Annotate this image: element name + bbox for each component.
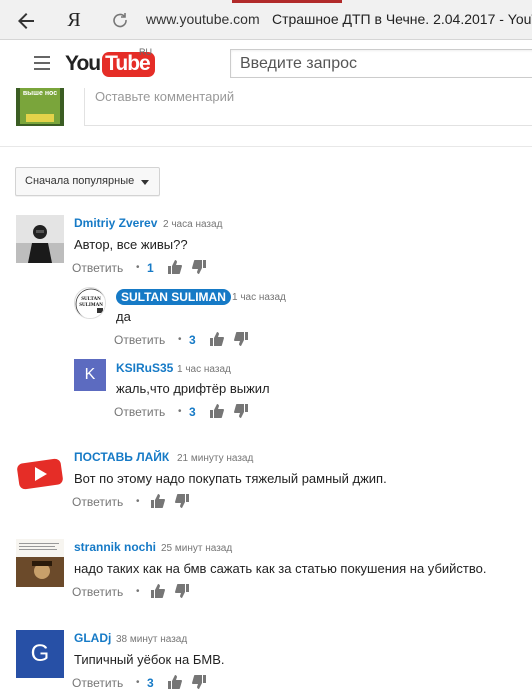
reply-button[interactable]: Ответить bbox=[72, 261, 123, 275]
comment-author[interactable]: strannik nochi bbox=[74, 540, 156, 554]
comment-time[interactable]: 2 часа назад bbox=[163, 219, 222, 230]
search-box[interactable] bbox=[230, 49, 532, 78]
youtube-logo-icon bbox=[17, 458, 63, 490]
active-tab-indicator bbox=[232, 0, 342, 3]
thumbs-up-icon[interactable] bbox=[151, 494, 165, 508]
comment-author[interactable]: Dmitriy Zverev bbox=[74, 216, 157, 230]
user-avatar: выше нос bbox=[16, 88, 64, 126]
comment-text: Вот по этому надо покупать тяжелый рамны… bbox=[74, 471, 387, 486]
like-count: 3 bbox=[147, 676, 154, 690]
like-count: 3 bbox=[189, 405, 196, 419]
comment-author[interactable]: SULTAN SULIMAN bbox=[116, 289, 231, 305]
thumbs-down-icon[interactable] bbox=[192, 675, 206, 689]
comment-time[interactable]: 1 час назад bbox=[232, 292, 286, 303]
add-comment-section: выше нос bbox=[0, 88, 532, 148]
avatar-text: SULTAN SULIMAN bbox=[79, 297, 103, 308]
separator-dot: • bbox=[136, 677, 140, 688]
arrow-left-icon bbox=[18, 13, 34, 29]
like-count: 3 bbox=[189, 333, 196, 347]
comment-field[interactable] bbox=[84, 88, 532, 126]
reload-icon[interactable] bbox=[110, 10, 130, 30]
thumbs-up-icon[interactable] bbox=[151, 584, 165, 598]
thumbs-down-icon[interactable] bbox=[175, 584, 189, 598]
comment-time[interactable]: 1 час назад bbox=[177, 364, 231, 375]
avatar[interactable] bbox=[16, 215, 64, 263]
youtube-header: You Tube RU bbox=[0, 40, 532, 88]
youtube-logo[interactable]: You Tube RU bbox=[65, 47, 155, 77]
comment-textarea[interactable] bbox=[85, 88, 532, 125]
comment-author[interactable]: ПОСТАВЬ ЛАЙК bbox=[74, 450, 169, 464]
like-count: 1 bbox=[147, 261, 154, 275]
separator-dot: • bbox=[136, 262, 140, 273]
thumbs-up-icon[interactable] bbox=[168, 260, 182, 274]
avatar[interactable]: SULTAN SULIMAN bbox=[74, 287, 106, 319]
separator-dot: • bbox=[178, 334, 182, 345]
sort-dropdown-button[interactable]: Сначала популярные bbox=[15, 167, 160, 196]
reply-button[interactable]: Ответить bbox=[114, 405, 165, 419]
hamburger-menu-icon[interactable] bbox=[34, 56, 50, 70]
thumbs-up-icon[interactable] bbox=[210, 404, 224, 418]
comment-author[interactable]: KSIRuS35 bbox=[116, 361, 173, 375]
separator-dot: • bbox=[178, 406, 182, 417]
reply-button[interactable]: Ответить bbox=[114, 333, 165, 347]
thumbs-down-icon[interactable] bbox=[192, 260, 206, 274]
avatar[interactable] bbox=[16, 449, 64, 497]
avatar[interactable]: K bbox=[74, 359, 106, 391]
comment-author[interactable]: GLADj bbox=[74, 631, 111, 645]
back-button[interactable] bbox=[14, 9, 38, 33]
comment-text: жаль,что дрифтёр выжил bbox=[116, 381, 270, 396]
separator-dot: • bbox=[136, 586, 140, 597]
thumbs-up-icon[interactable] bbox=[210, 332, 224, 346]
divider bbox=[0, 146, 532, 147]
sort-label: Сначала популярные bbox=[25, 175, 135, 187]
reply-button[interactable]: Ответить bbox=[72, 495, 123, 509]
avatar[interactable]: G bbox=[16, 630, 64, 678]
chevron-down-icon bbox=[141, 180, 149, 185]
thumbs-down-icon[interactable] bbox=[234, 404, 248, 418]
reply-button[interactable]: Ответить bbox=[72, 585, 123, 599]
comment-text: надо таких как на бмв сажать как за стат… bbox=[74, 561, 487, 576]
page-title: Страшное ДТП в Чечне. 2.04.2017 - YouTub… bbox=[272, 11, 532, 27]
avatar-text: выше нос bbox=[22, 90, 58, 97]
logo-region: RU bbox=[139, 47, 152, 57]
comment-text: Автор, все живы?? bbox=[74, 237, 188, 252]
comment-time[interactable]: 38 минут назад bbox=[116, 634, 187, 645]
thumbs-down-icon[interactable] bbox=[234, 332, 248, 346]
separator-dot: • bbox=[136, 496, 140, 507]
avatar[interactable] bbox=[16, 539, 64, 587]
logo-you-text: You bbox=[65, 52, 101, 75]
comment-text: да bbox=[116, 309, 131, 324]
comment-text: Типичный уёбок на БМВ. bbox=[74, 652, 225, 667]
search-input[interactable] bbox=[231, 50, 532, 77]
reply-button[interactable]: Ответить bbox=[72, 676, 123, 690]
comment-time[interactable]: 21 минуту назад bbox=[177, 453, 253, 464]
browser-toolbar: Я www.youtube.com Страшное ДТП в Чечне. … bbox=[0, 0, 532, 40]
yandex-button[interactable]: Я bbox=[62, 8, 86, 32]
url-domain[interactable]: www.youtube.com bbox=[146, 11, 260, 27]
thumbs-down-icon[interactable] bbox=[175, 494, 189, 508]
thumbs-up-icon[interactable] bbox=[168, 675, 182, 689]
comment-time[interactable]: 25 минут назад bbox=[161, 543, 232, 554]
